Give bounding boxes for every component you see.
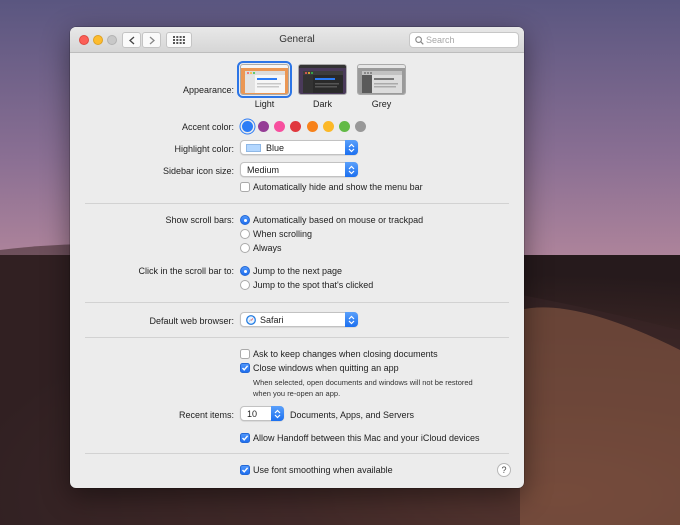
ask-keep-changes-label: Ask to keep changes when closing documen… [253,349,438,359]
accent-swatch-red[interactable] [290,121,301,132]
close-windows-note: When selected, open documents and window… [253,377,473,399]
appearance-light-caption: Light [254,99,275,109]
appearance-light-thumbnail[interactable] [237,61,292,98]
appearance-dark-thumbnail[interactable] [298,64,347,95]
recent-items-popup[interactable]: 10 [240,406,284,421]
menu-bar-label: Automatically hide and show the menu bar [253,182,423,192]
popup-chevrons-icon [345,140,358,155]
menu-bar-checkbox[interactable] [240,182,250,192]
system-preferences-window: General Appearance: Light [70,27,524,488]
appearance-grey-thumbnail[interactable] [357,64,406,95]
dark-theme-preview [299,65,346,94]
scroll-bars-always-radio[interactable] [240,243,250,253]
grey-theme-preview [358,65,405,94]
popup-chevrons-icon [345,312,358,327]
popup-chevrons-icon [271,406,284,421]
appearance-dark-caption: Dark [312,99,332,109]
sidebar-icon-size-value: Medium [247,165,280,175]
search-field[interactable] [409,32,519,48]
recent-items-suffix: Documents, Apps, and Servers [290,410,415,420]
font-smoothing-label: Use font smoothing when available [253,465,393,475]
separator [85,337,509,338]
light-theme-preview [241,65,288,94]
ask-keep-changes-checkbox[interactable] [240,349,250,359]
highlight-swatch [246,144,261,152]
appearance-label: Appearance: [182,85,234,95]
handoff-checkbox[interactable] [240,433,250,443]
appearance-grey-caption: Grey [371,99,392,109]
jump-next-page-radio[interactable] [240,266,250,276]
default-browser-value: Safari [260,315,284,325]
font-smoothing-checkbox[interactable] [240,465,250,475]
search-input[interactable] [426,34,516,46]
accent-swatch-graphite[interactable] [355,121,366,132]
accent-swatch-blue[interactable] [242,121,253,132]
accent-swatch-pink[interactable] [274,121,285,132]
scroll-bars-always-label: Always [253,243,282,253]
safari-compass-icon [246,315,256,325]
search-icon [415,36,424,45]
separator [85,453,509,454]
close-windows-note-line2: when you re-open an app. [253,389,341,398]
scroll-bars-when-scrolling-radio[interactable] [240,229,250,239]
scroll-bars-when-scrolling-label: When scrolling [253,229,313,239]
checkmark-icon [241,365,249,371]
separator [85,302,509,303]
click-scroll-bar-label: Click in the scroll bar to: [138,266,234,276]
checkmark-icon [241,435,249,441]
show-scroll-bars-label: Show scroll bars: [165,215,234,225]
popup-chevrons-icon [345,162,358,177]
handoff-label: Allow Handoff between this Mac and your … [253,433,480,443]
accent-swatch-green[interactable] [339,121,350,132]
close-windows-checkbox[interactable] [240,363,250,373]
close-windows-note-line1: When selected, open documents and window… [253,378,473,387]
scroll-bars-automatic-radio[interactable] [240,215,250,225]
scroll-bars-automatic-label: Automatically based on mouse or trackpad [253,215,424,225]
accent-swatch-orange[interactable] [307,121,318,132]
close-windows-label: Close windows when quitting an app [253,363,399,373]
sidebar-icon-size-popup[interactable]: Medium [240,162,358,177]
recent-items-value: 10 [247,409,258,419]
checkmark-icon [241,467,249,473]
highlight-color-label: Highlight color: [174,144,234,154]
default-browser-popup[interactable]: Safari [240,312,358,327]
separator [85,203,509,204]
jump-to-spot-label: Jump to the spot that's clicked [253,280,374,290]
jump-next-page-label: Jump to the next page [253,266,343,276]
jump-to-spot-radio[interactable] [240,280,250,290]
title-bar: General [70,27,524,53]
accent-swatch-yellow[interactable] [323,121,334,132]
highlight-color-popup[interactable]: Blue [240,140,358,155]
highlight-color-value: Blue [266,143,285,153]
accent-color-label: Accent color: [181,122,234,132]
accent-swatch-purple[interactable] [258,121,269,132]
help-button[interactable]: ? [497,463,511,477]
recent-items-label: Recent items: [178,410,234,420]
sidebar-icon-size-label: Sidebar icon size: [162,166,234,176]
default-browser-label: Default web browser: [149,316,234,326]
